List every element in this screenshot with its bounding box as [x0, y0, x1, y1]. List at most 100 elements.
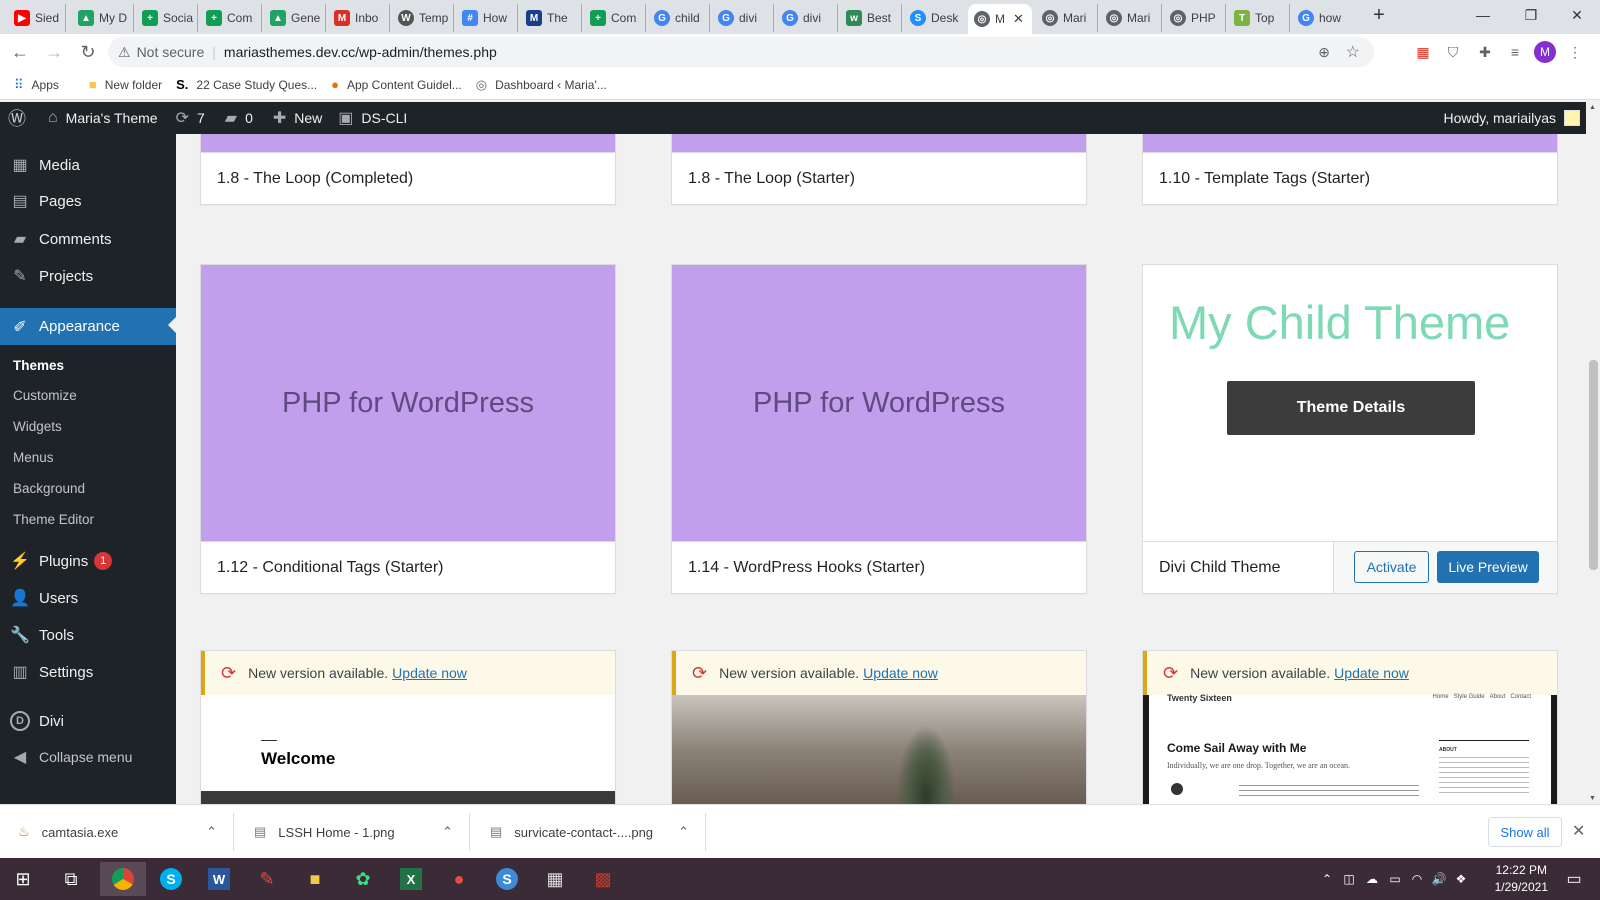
chat-icon[interactable]: ● — [436, 862, 482, 896]
activate-button[interactable]: Activate — [1354, 551, 1429, 583]
battery-icon[interactable]: ▭ — [1384, 862, 1406, 896]
chevron-up-icon[interactable]: ⌃ — [206, 824, 217, 840]
simplenote-icon[interactable]: S — [484, 862, 530, 896]
reload-icon[interactable]: ↻ — [74, 38, 102, 66]
browser-tab[interactable]: Gdivi — [712, 4, 774, 32]
new-tab-icon[interactable]: + — [1356, 0, 1402, 30]
howdy-account[interactable]: Howdy, mariailyas — [1443, 102, 1580, 134]
collapse-menu[interactable]: ◀ Collapse menu — [0, 740, 176, 774]
browser-tab[interactable]: ▲ My D — [72, 4, 134, 32]
update-now-link[interactable]: Update now — [863, 665, 938, 681]
chevron-up-icon[interactable]: ⌃ — [678, 824, 689, 840]
download-item[interactable]: ♨ camtasia.exe ⌃ — [0, 813, 234, 851]
bookmark-apps[interactable]: ⠿ Apps — [14, 77, 59, 93]
scroll-down-icon[interactable]: ▼ — [1589, 795, 1596, 802]
theme-card[interactable]: PHP for WordPress 1.14 - WordPress Hooks… — [671, 264, 1087, 594]
kebab-menu-icon[interactable]: ⋮ — [1564, 41, 1586, 63]
comments-link[interactable]: ▰ 0 — [225, 102, 253, 134]
update-now-link[interactable]: Update now — [1334, 665, 1409, 681]
theme-card[interactable]: PHP for WordPress 1.12 - Conditional Tag… — [200, 264, 616, 594]
browser-tab[interactable]: + Com — [200, 4, 262, 32]
sidebar-item-plugins[interactable]: ⚡ Plugins 1 — [0, 544, 176, 578]
taskbar-clock[interactable]: 12:22 PM 1/29/2021 — [1495, 862, 1548, 896]
ds-cli-link[interactable]: ▣ DS-CLI — [338, 102, 407, 134]
browser-tab[interactable]: ◎ Mari — [1036, 4, 1098, 32]
wp-logo[interactable]: Ⓦ — [8, 102, 34, 134]
close-tab-icon[interactable]: ✕ — [1013, 11, 1024, 27]
close-downloads-icon[interactable]: ✕ — [1572, 821, 1585, 841]
sidebar-item-media[interactable]: ▦ Media — [0, 148, 176, 182]
browser-tab[interactable]: ◎ Mari — [1100, 4, 1162, 32]
browser-tab[interactable]: w Best — [840, 4, 902, 32]
browser-tab[interactable]: Gdivi — [776, 4, 838, 32]
browser-tab[interactable]: ▲ Gene — [264, 4, 326, 32]
submenu-menus[interactable]: Menus — [13, 450, 54, 465]
browser-tab[interactable]: ▶ Sied — [8, 4, 66, 32]
submenu-background[interactable]: Background — [13, 481, 85, 496]
page-scrollbar[interactable]: ▲ ▼ — [1586, 102, 1600, 804]
site-name-link[interactable]: ⌂ Maria's Theme — [48, 102, 158, 134]
download-item[interactable]: ▤ survicate-contact-....png ⌃ — [472, 813, 706, 851]
browser-tab[interactable]: Ghow — [1292, 4, 1354, 32]
media-control-icon[interactable]: ≡ — [1504, 41, 1526, 63]
updates-link[interactable]: ⟳ 7 — [176, 102, 205, 134]
back-icon[interactable]: ← — [6, 38, 34, 66]
download-item[interactable]: ▤ LSSH Home - 1.png ⌃ — [236, 813, 470, 851]
browser-tab[interactable]: S Desk — [904, 4, 966, 32]
tray-chevron-icon[interactable]: ⌃ — [1316, 862, 1338, 896]
profile-avatar[interactable]: M — [1534, 41, 1556, 63]
word-icon[interactable]: W — [196, 862, 242, 896]
theme-card-divi-child[interactable]: My Child Theme Theme Details Divi Child … — [1142, 264, 1558, 594]
sidebar-item-tools[interactable]: 🔧 Tools — [0, 618, 176, 652]
show-all-button[interactable]: Show all — [1488, 817, 1562, 847]
browser-tab[interactable]: + Socia — [136, 4, 198, 32]
bookmark-app-content[interactable]: ● App Content Guidel... — [331, 77, 462, 92]
notifications-icon[interactable]: ▭ — [1554, 862, 1594, 896]
dropbox-icon[interactable]: ❖ — [1450, 862, 1472, 896]
zoom-icon[interactable]: ⊕ — [1318, 44, 1330, 61]
address-bar[interactable]: ⚠ Not secure | mariasthemes.dev.cc/wp-ad… — [108, 37, 1374, 67]
close-window-icon[interactable]: ✕ — [1554, 0, 1600, 30]
theme-card[interactable]: 1.8 - The Loop (Starter) — [671, 134, 1087, 205]
bookmark-folder[interactable]: ■ New folder — [89, 77, 162, 92]
tray-app-icon[interactable]: ◫ — [1338, 862, 1360, 896]
volume-icon[interactable]: 🔊 — [1428, 862, 1450, 896]
chrome-icon[interactable] — [100, 862, 146, 896]
extension-todo-icon[interactable]: ▦ — [1412, 41, 1434, 63]
theme-card[interactable]: 1.10 - Template Tags (Starter) — [1142, 134, 1558, 205]
sidebar-item-projects[interactable]: ✎ Projects — [0, 259, 176, 293]
windows-start-icon[interactable]: ⊞ — [0, 862, 46, 896]
browser-tab[interactable]: Gchild — [648, 4, 710, 32]
extensions-puzzle-icon[interactable]: ✚ — [1474, 41, 1496, 63]
browser-tab[interactable]: W Temp — [392, 4, 454, 32]
wifi-icon[interactable]: ◠ — [1406, 862, 1428, 896]
sidebar-item-appearance[interactable]: ✐ Appearance — [0, 308, 176, 345]
browser-tab[interactable]: M The — [520, 4, 582, 32]
submenu-customize[interactable]: Customize — [13, 388, 77, 403]
sidebar-item-users[interactable]: 👤 Users — [0, 581, 176, 615]
excel-icon[interactable]: X — [388, 862, 434, 896]
paint-icon[interactable]: ✎ — [244, 862, 290, 896]
forward-icon[interactable]: → — [40, 38, 68, 66]
sidebar-item-comments[interactable]: ▰ Comments — [0, 222, 176, 256]
update-now-link[interactable]: Update now — [392, 665, 467, 681]
theme-card[interactable]: ⟳ New version available. Update now — [671, 650, 1087, 804]
browser-tab[interactable]: ◎ PHP — [1164, 4, 1226, 32]
theme-details-button[interactable]: Theme Details — [1227, 381, 1475, 435]
submenu-themes[interactable]: Themes — [13, 358, 64, 373]
task-view-icon[interactable]: ⧉ — [48, 862, 94, 896]
sidebar-item-settings[interactable]: ▥ Settings — [0, 655, 176, 689]
browser-tab-active[interactable]: ◎ M ✕ — [968, 4, 1032, 34]
sidebar-item-pages[interactable]: ▤ Pages — [0, 184, 176, 218]
theme-card[interactable]: ⟳ New version available. Update now Twenty… — [1142, 650, 1558, 804]
scrollbar-thumb[interactable] — [1589, 360, 1598, 570]
file-explorer-icon[interactable]: ■ — [292, 862, 338, 896]
theme-card[interactable]: ⟳ New version available. Update now Welcom… — [200, 650, 616, 804]
bookmark-star-icon[interactable]: ☆ — [1346, 42, 1360, 62]
extension-shield-icon[interactable]: ⛉ — [1442, 41, 1464, 63]
sidebar-item-divi[interactable]: D Divi — [0, 704, 176, 738]
theme-card[interactable]: 1.8 - The Loop (Completed) — [200, 134, 616, 205]
bookmark-dashboard[interactable]: ◎ Dashboard ‹ Maria'... — [476, 77, 607, 93]
scroll-up-icon[interactable]: ▲ — [1589, 104, 1596, 111]
browser-tab[interactable]: # How — [456, 4, 518, 32]
